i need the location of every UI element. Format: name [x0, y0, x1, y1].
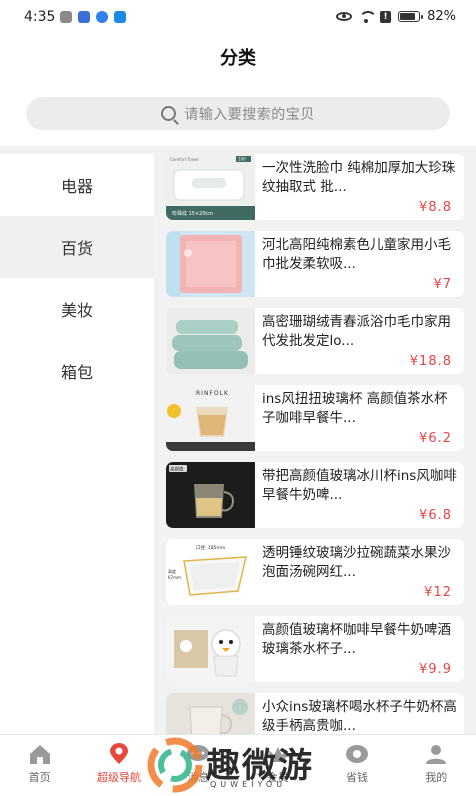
message-icon [187, 745, 210, 761]
page-title: 分类 [220, 48, 256, 69]
product-image-dimension: 高度 [168, 568, 176, 574]
product-image-twisted-glass: RINFOLK [166, 385, 255, 451]
product-price: ¥7 [433, 277, 452, 292]
alert-icon: ! [380, 10, 392, 23]
tab-profile[interactable]: 我的 [397, 735, 476, 796]
search-icon [161, 106, 177, 121]
tab-home[interactable]: 首页 [0, 735, 79, 796]
product-name: 高颜值玻璃杯咖啡早餐牛奶啤酒玻璃茶水杯子... [262, 622, 451, 657]
notification-app-icon [60, 11, 72, 23]
product-card[interactable]: 高颜值 带把高颜值玻璃冰川杯ins风咖啡早餐牛奶啤... ¥6.8 [166, 462, 464, 528]
product-card[interactable]: Comfort Towel 100 珍珠纹 15×20cm 一次性洗脸巾 纯棉加… [166, 154, 464, 220]
search-placeholder: 请输入要搜索的宝贝 [184, 106, 315, 123]
product-image-towels [166, 231, 255, 297]
tab-super-nav[interactable]: 超级导航 [79, 735, 158, 796]
tab-label: 消息 [187, 771, 210, 784]
tab-label: 我的 [425, 771, 448, 784]
product-card[interactable]: 口径: 185mm 高度 67mm 透明锤纹玻璃沙拉碗蔬菜水果沙泡面汤碗网红..… [166, 539, 464, 605]
product-image-facial-towels: Comfort Towel 100 珍珠纹 15×20cm [166, 154, 255, 220]
product-name: 河北高阳纯棉素色儿童家用小毛巾批发柔软吸... [262, 237, 451, 272]
bottom-tab-bar: 首页 超级导航 消息 会员 省钱 我的 [0, 734, 476, 796]
product-image-duck-glass [166, 616, 255, 682]
category-item-general-goods[interactable]: 百货 [0, 216, 154, 278]
tab-save-money[interactable]: 省钱 [317, 735, 396, 796]
divider [0, 146, 476, 154]
category-sidebar: 电器 百货 美妆 箱包 [0, 154, 154, 734]
tab-member[interactable]: 会员 [238, 735, 317, 796]
notification-app-icon [96, 11, 108, 23]
product-image-salad-bowl: 口径: 185mm 高度 67mm [166, 539, 255, 605]
notification-app-icon [78, 11, 90, 23]
product-price: ¥8.8 [419, 200, 452, 215]
category-label: 箱包 [60, 363, 93, 382]
product-image-dimension: 67mm [168, 575, 181, 580]
category-item-bags[interactable]: 箱包 [0, 340, 154, 402]
category-label: 百货 [60, 239, 93, 258]
tab-label: 超级导航 [96, 771, 141, 784]
search-bar[interactable]: 请输入要搜索的宝贝 [26, 97, 450, 130]
category-label: 美妆 [60, 301, 93, 320]
product-price: ¥18.8 [409, 354, 452, 369]
product-card[interactable]: 河北高阳纯棉素色儿童家用小毛巾批发柔软吸... ¥7 [166, 231, 464, 297]
eye-icon [336, 12, 353, 21]
product-price: ¥6.8 [419, 508, 452, 523]
product-card[interactable]: 高密珊瑚绒青春派浴巾毛巾家用代发批发定lo... ¥18.8 [166, 308, 464, 374]
status-right: ! 82% [336, 9, 456, 24]
product-image-caption: 珍珠纹 15×20cm [172, 210, 213, 217]
product-image-dimension: 口径: 185mm [196, 544, 225, 551]
product-name: 带把高颜值玻璃冰川杯ins风咖啡早餐牛奶啤... [262, 468, 457, 503]
product-name: 小众ins玻璃杯喝水杯子牛奶杯高级手柄高贵咖... [262, 699, 457, 734]
category-item-beauty[interactable]: 美妆 [0, 278, 154, 340]
wallet-icon [345, 745, 368, 763]
product-image-glass-mug [166, 693, 255, 734]
home-icon [29, 745, 50, 764]
member-icon [268, 747, 287, 762]
product-price: ¥6.2 [419, 431, 452, 446]
category-item-electrical[interactable]: 电器 [0, 154, 154, 216]
map-pin-icon [109, 743, 128, 764]
product-image-glacier-cup: 高颜值 [166, 462, 255, 528]
category-label: 电器 [60, 177, 93, 196]
product-card[interactable]: 小众ins玻璃杯喝水杯子牛奶杯高级手柄高贵咖... [166, 693, 464, 734]
product-price: ¥12 [424, 585, 452, 600]
product-image-tag: 高颜值 [170, 466, 184, 473]
tab-label: 会员 [266, 771, 289, 784]
product-card[interactable]: 高颜值玻璃杯咖啡早餐牛奶啤酒玻璃茶水杯子... ¥9.9 [166, 616, 464, 682]
product-list[interactable]: Comfort Towel 100 珍珠纹 15×20cm 一次性洗脸巾 纯棉加… [154, 154, 476, 734]
battery-percent: 82% [427, 9, 456, 24]
product-name: 高密珊瑚绒青春派浴巾毛巾家用代发批发定lo... [262, 314, 451, 349]
product-image-caption: Comfort Towel [170, 157, 199, 162]
product-image-bath-towels [166, 308, 255, 374]
wifi-icon [359, 10, 378, 23]
tab-label: 首页 [28, 771, 51, 784]
product-name: 一次性洗脸巾 纯棉加厚加大珍珠纹抽取式 批... [262, 160, 456, 195]
product-image-brand: RINFOLK [196, 390, 229, 397]
user-icon [426, 745, 447, 764]
product-card[interactable]: RINFOLK ins风扭扭玻璃杯 高颜值茶水杯子咖啡早餐牛... ¥6.2 [166, 385, 464, 451]
notification-app-icon [114, 11, 126, 23]
product-name: 透明锤纹玻璃沙拉碗蔬菜水果沙泡面汤碗网红... [262, 545, 451, 580]
product-name: ins风扭扭玻璃杯 高颜值茶水杯子咖啡早餐牛... [262, 391, 448, 426]
battery-icon [398, 11, 424, 22]
status-bar: 4:35 ! 82% [0, 0, 476, 36]
tab-label: 省钱 [345, 771, 368, 784]
product-price: ¥9.9 [419, 662, 452, 677]
tab-messages[interactable]: 消息 [159, 735, 238, 796]
status-time: 4:35 [24, 9, 56, 25]
notification-icons [60, 11, 126, 23]
product-image-badge: 100 [238, 157, 246, 162]
